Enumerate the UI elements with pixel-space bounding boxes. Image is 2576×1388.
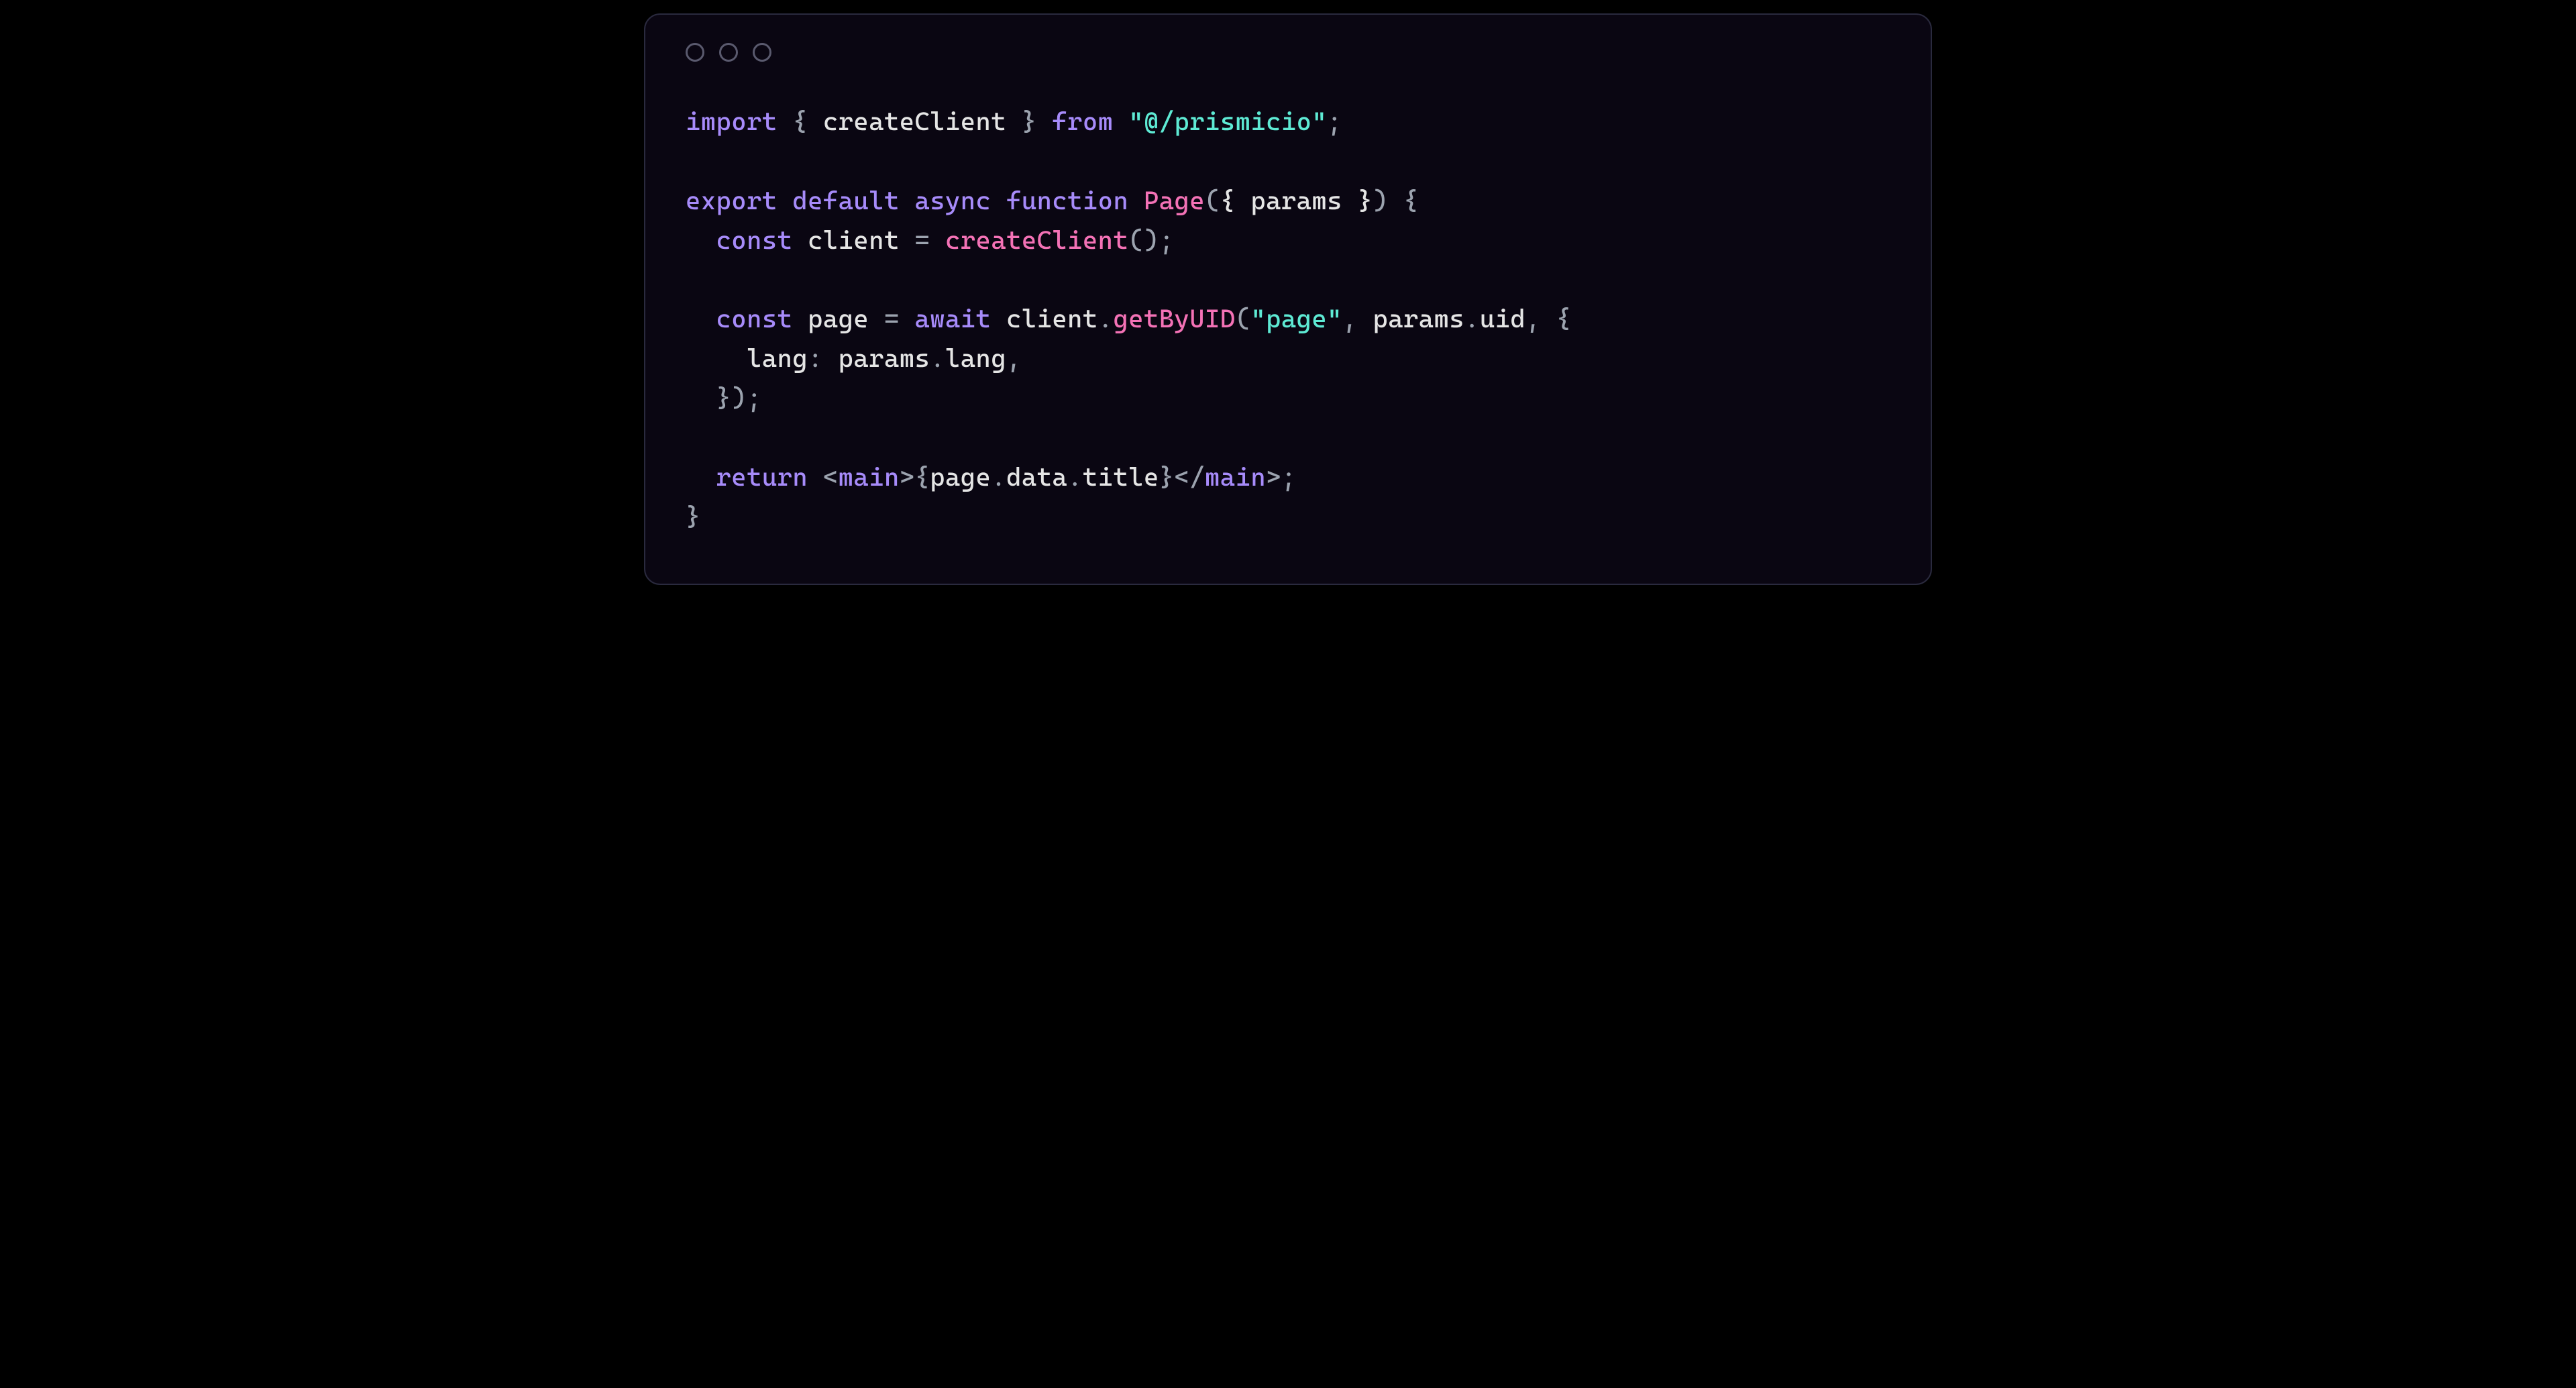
keyword-export: export	[686, 186, 777, 215]
jsx-tag: main	[839, 462, 900, 492]
minimize-icon[interactable]	[719, 43, 738, 62]
keyword-default: default	[792, 186, 899, 215]
code-line: lang: params.lang,	[686, 339, 1890, 378]
code-line: });	[686, 378, 1890, 418]
keyword-from: from	[1052, 107, 1113, 136]
function-name: Page	[1144, 186, 1205, 215]
code-line: export default async function Page({ par…	[686, 181, 1890, 221]
window-titlebar	[645, 15, 1931, 75]
keyword-import: import	[686, 107, 777, 136]
keyword-const: const	[716, 225, 793, 255]
code-line: const page = await client.getByUID("page…	[686, 299, 1890, 339]
code-line-blank	[686, 142, 1890, 181]
keyword-function: function	[1006, 186, 1128, 215]
string-literal: "page"	[1250, 304, 1342, 333]
code-line: return <main>{page.data.title}</main>;	[686, 458, 1890, 497]
keyword-async: async	[914, 186, 991, 215]
code-line-blank	[686, 260, 1890, 300]
string-literal: "@/prismicio"	[1128, 107, 1327, 136]
code-content: import { createClient } from "@/prismici…	[645, 75, 1931, 584]
function-call: createClient	[945, 225, 1128, 255]
keyword-return: return	[716, 462, 808, 492]
code-line: }	[686, 497, 1890, 537]
close-icon[interactable]	[686, 43, 704, 62]
keyword-await: await	[914, 304, 991, 333]
jsx-tag: main	[1205, 462, 1266, 492]
keyword-const: const	[716, 304, 793, 333]
code-line-blank	[686, 418, 1890, 458]
method-call: getByUID	[1113, 304, 1235, 333]
maximize-icon[interactable]	[753, 43, 771, 62]
code-line: import { createClient } from "@/prismici…	[686, 102, 1890, 142]
code-line: const client = createClient();	[686, 221, 1890, 260]
code-editor-window: import { createClient } from "@/prismici…	[644, 13, 1932, 585]
